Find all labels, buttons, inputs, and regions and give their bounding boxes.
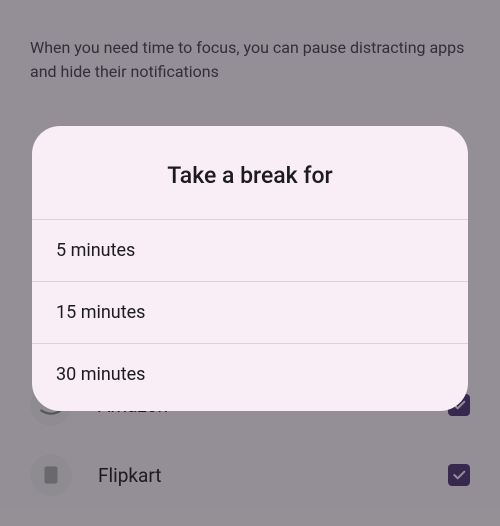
take-break-dialog: Take a break for 5 minutes 15 minutes 30…: [32, 126, 468, 411]
option-5-minutes[interactable]: 5 minutes: [32, 220, 468, 281]
option-15-minutes[interactable]: 15 minutes: [32, 282, 468, 343]
option-30-minutes[interactable]: 30 minutes: [32, 344, 468, 411]
dialog-title: Take a break for: [32, 126, 468, 219]
